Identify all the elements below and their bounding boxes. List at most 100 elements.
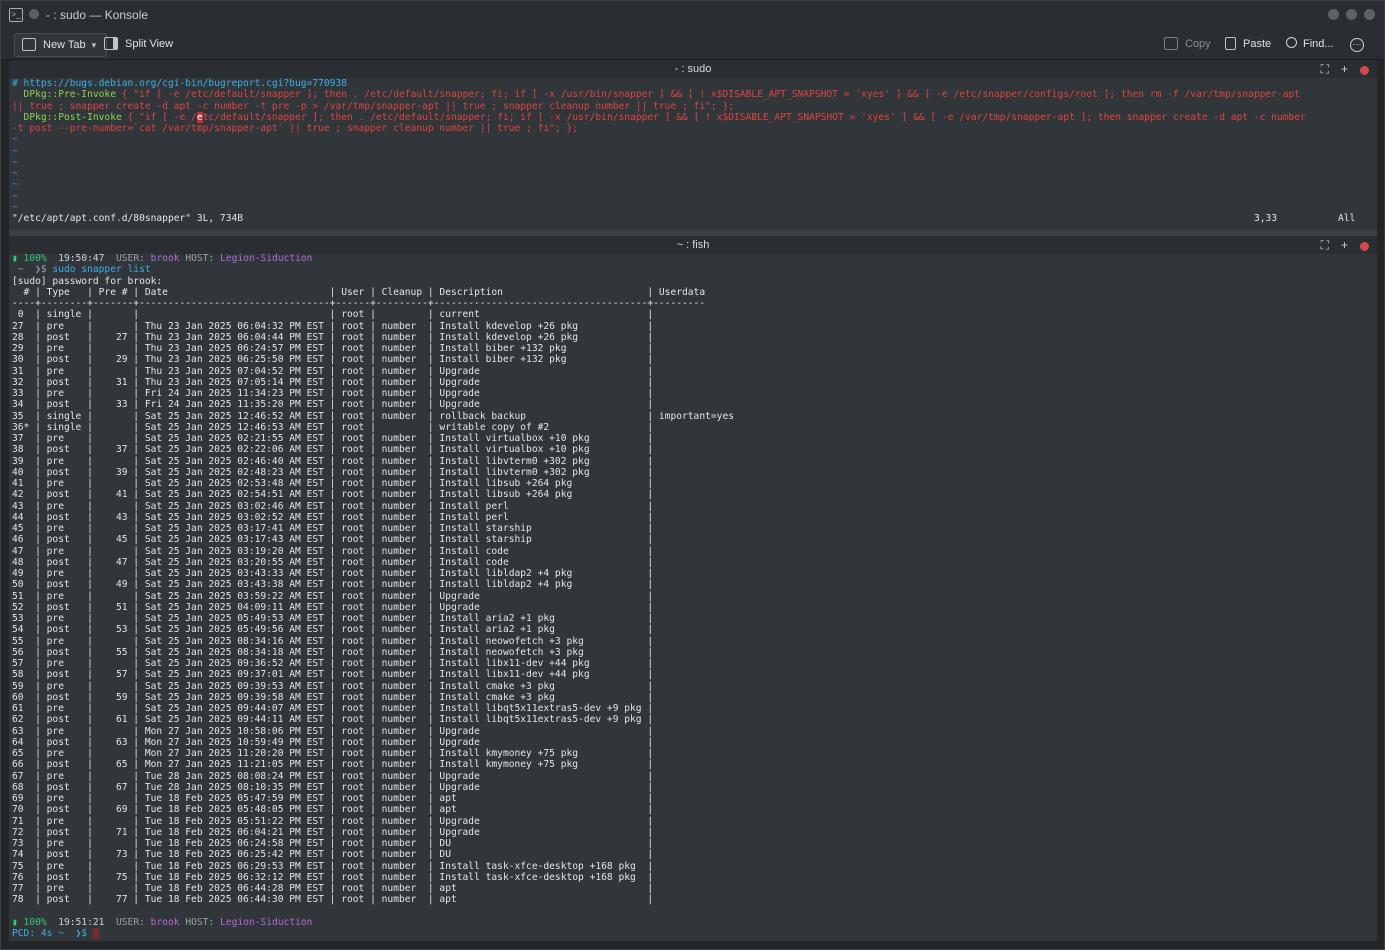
user-label: USER: [116, 916, 145, 928]
prompt-time: 19:50:47 [58, 253, 105, 264]
expand-icon[interactable]: ⛶ [1321, 60, 1329, 78]
comment-line: # https://bugs.debian.org/cgi-bin/bugrep… [12, 78, 348, 89]
pre-invoke-value: { "if [ -e /etc/default/snapper ]; then … [115, 89, 1301, 101]
host-label: HOST: [185, 916, 215, 928]
table-row: 57 | pre | | Sat 25 Jan 2025 09:36:52 AM… [12, 658, 659, 669]
table-row: 75 | pre | | Tue 18 Feb 2025 06:29:53 PM… [12, 860, 659, 872]
table-row: 73 | pre | | Tue 18 Feb 2025 06:24:58 PM… [12, 838, 659, 849]
terminal-icon: >_ [9, 8, 23, 22]
table-header: # | Type | Pre # | Date | User | Cleanup… [12, 286, 706, 298]
table-row: 66 | post | 65 | Mon 27 Jan 2025 11:21:0… [12, 759, 659, 771]
find-button[interactable]: Find... [1286, 33, 1338, 55]
add-icon[interactable]: + [1341, 60, 1348, 78]
vim-buffer[interactable]: # https://bugs.debian.org/cgi-bin/bugrep… [12, 78, 1372, 213]
copy-button[interactable]: Copy [1164, 33, 1222, 55]
table-row: 37 | pre | | Sat 25 Jan 2025 02:21:55 AM… [12, 433, 659, 444]
snapper-table-body: 0 | single | | | root | | current | 27 |… [12, 309, 1372, 905]
table-row: 58 | post | 57 | Sat 25 Jan 2025 09:37:0… [12, 669, 659, 681]
expand-icon[interactable]: ⛶ [1321, 236, 1329, 254]
empty-line-marker: ~ [12, 134, 18, 146]
minimize-button[interactable] [1328, 9, 1339, 20]
host-label: HOST: [185, 253, 215, 264]
table-row: 72 | post | 71 | Tue 18 Feb 2025 06:04:2… [12, 826, 659, 838]
close-pane-icon[interactable]: x [1360, 65, 1369, 75]
paste-icon [1225, 36, 1236, 50]
split-view-button[interactable]: Split View [102, 33, 174, 55]
close-pane-icon[interactable]: x [1360, 241, 1369, 251]
pane-title: ~ : fish [676, 239, 710, 251]
new-tab-icon [22, 37, 36, 51]
table-row: 77 | pre | | Tue 18 Feb 2025 06:44:28 PM… [12, 883, 659, 894]
table-row: 55 | pre | | Sat 25 Jan 2025 08:34:16 AM… [12, 635, 659, 647]
table-row: 35 | single | | Sat 25 Jan 2025 12:46:52… [12, 410, 734, 422]
table-row: 61 | pre | | Sat 25 Jan 2025 09:44:07 AM… [12, 703, 659, 714]
toolbar: New Tab ▾ Split View Copy Paste Find... ⋯ [1, 29, 1384, 60]
menu-button[interactable]: ⋯ [1350, 33, 1366, 55]
table-row: 49 | pre | | Sat 25 Jan 2025 03:43:33 AM… [12, 568, 659, 579]
prompt-symbol: ~ ❯$ [12, 264, 53, 276]
table-row: 46 | post | 45 | Sat 25 Jan 2025 03:17:4… [12, 534, 659, 546]
empty-line-marker: ~ [12, 179, 18, 191]
post-invoke-value: { "if [ -e / [121, 111, 197, 123]
close-button[interactable] [1364, 9, 1375, 20]
battery-indicator: ▮ 100% [12, 253, 47, 264]
terminal-pane-top[interactable]: - : sudo ⛶ + x # https://bugs.debian.org/c… [9, 60, 1377, 230]
maximize-button[interactable] [1346, 9, 1357, 20]
table-row: 71 | pre | | Tue 18 Feb 2025 05:51:22 PM… [12, 815, 659, 827]
table-row: 50 | post | 49 | Sat 25 Jan 2025 03:43:3… [12, 579, 659, 591]
table-row: 38 | post | 37 | Sat 25 Jan 2025 02:22:0… [12, 444, 659, 456]
table-row: 60 | post | 59 | Sat 25 Jan 2025 09:39:5… [12, 691, 659, 703]
command-text: sudo snapper list [52, 264, 151, 276]
vim-status-line: "/etc/apt/apt.conf.d/80snapper" 3L, 734B… [12, 213, 1372, 224]
empty-line-marker: ~ [12, 190, 18, 202]
table-row: 67 | pre | | Tue 28 Jan 2025 08:08:24 PM… [12, 770, 659, 782]
table-row: 36* | single | | Sat 25 Jan 2025 12:46:5… [12, 421, 659, 433]
table-row: 64 | post | 63 | Mon 27 Jan 2025 10:59:4… [12, 736, 659, 748]
table-row: 44 | post | 43 | Sat 25 Jan 2025 03:02:5… [12, 511, 659, 523]
table-row: 78 | post | 77 | Tue 18 Feb 2025 06:44:3… [12, 894, 659, 906]
cursor-position: 3,33 [1254, 213, 1278, 224]
table-row: 33 | pre | | Fri 24 Jan 2025 11:34:23 PM… [12, 388, 659, 399]
new-tab-button[interactable]: New Tab ▾ [14, 33, 107, 57]
pcd-prompt[interactable]: PCD: 4s ~ ❯$ _ [12, 928, 1372, 939]
table-row: 48 | post | 47 | Sat 25 Jan 2025 03:20:5… [12, 556, 659, 568]
table-row: 43 | pre | | Sat 25 Jan 2025 03:02:46 AM… [12, 500, 659, 512]
find-label: Find... [1303, 38, 1334, 50]
prompt-user: brook [150, 253, 180, 264]
search-icon [1286, 37, 1297, 49]
table-row: 63 | pre | | Mon 27 Jan 2025 10:58:06 PM… [12, 725, 659, 737]
table-row: 42 | post | 41 | Sat 25 Jan 2025 02:54:5… [12, 489, 659, 501]
paste-button[interactable]: Paste [1225, 33, 1277, 55]
table-row: 70 | post | 69 | Tue 18 Feb 2025 05:48:0… [12, 804, 659, 816]
fish-output[interactable]: ▮ 100% 19:50:47 USER: brook HOST: Legion… [12, 253, 1372, 939]
table-row: 52 | post | 51 | Sat 25 Jan 2025 04:09:1… [12, 601, 659, 613]
table-row: 56 | post | 55 | Sat 25 Jan 2025 08:34:1… [12, 646, 659, 658]
table-row: 29 | pre | | Thu 23 Jan 2025 06:24:57 PM… [12, 343, 659, 354]
table-row: 68 | post | 67 | Tue 28 Jan 2025 08:10:3… [12, 781, 659, 793]
chevron-down-icon[interactable]: ▾ [92, 40, 97, 50]
window-title: - : sudo — Konsole [46, 8, 149, 22]
add-icon[interactable]: + [1341, 236, 1348, 254]
copy-label: Copy [1185, 38, 1211, 50]
table-row: 51 | pre | | Sat 25 Jan 2025 03:59:22 AM… [12, 590, 659, 602]
prompt-user: brook [150, 916, 180, 928]
table-row: 27 | pre | | Thu 23 Jan 2025 06:04:32 PM… [12, 320, 659, 332]
new-tab-label: New Tab [43, 39, 86, 51]
pin-icon[interactable] [29, 9, 39, 19]
table-row: 32 | post | 31 | Thu 23 Jan 2025 07:05:1… [12, 376, 659, 388]
split-view-icon [104, 36, 118, 50]
pane-header-top: - : sudo ⛶ + x [9, 60, 1377, 78]
prompt-line: ▮ 100% 19:50:47 USER: brook HOST: Legion… [12, 253, 1372, 264]
table-row: 53 | pre | | Sat 25 Jan 2025 05:49:53 AM… [12, 613, 659, 624]
file-status: "/etc/apt/apt.conf.d/80snapper" 3L, 734B [12, 213, 244, 224]
title-bar[interactable]: >_ - : sudo — Konsole [1, 1, 1384, 29]
pcd-text: PCD: 4s ~ ❯$ [12, 928, 93, 939]
table-row: 39 | pre | | Sat 25 Jan 2025 02:46:40 AM… [12, 455, 659, 467]
table-row: 0 | single | | | root | | current | [12, 309, 659, 321]
table-row: 59 | pre | | Sat 25 Jan 2025 09:39:53 AM… [12, 680, 659, 692]
table-row: 30 | post | 29 | Thu 23 Jan 2025 06:25:5… [12, 354, 659, 366]
terminal-pane-bottom[interactable]: ~ : fish ⛶ + x ▮ 100% 19:50:47 USER: brook… [9, 236, 1377, 941]
battery-indicator: ▮ 100% [12, 916, 47, 928]
hamburger-menu-icon: ⋯ [1350, 38, 1364, 52]
